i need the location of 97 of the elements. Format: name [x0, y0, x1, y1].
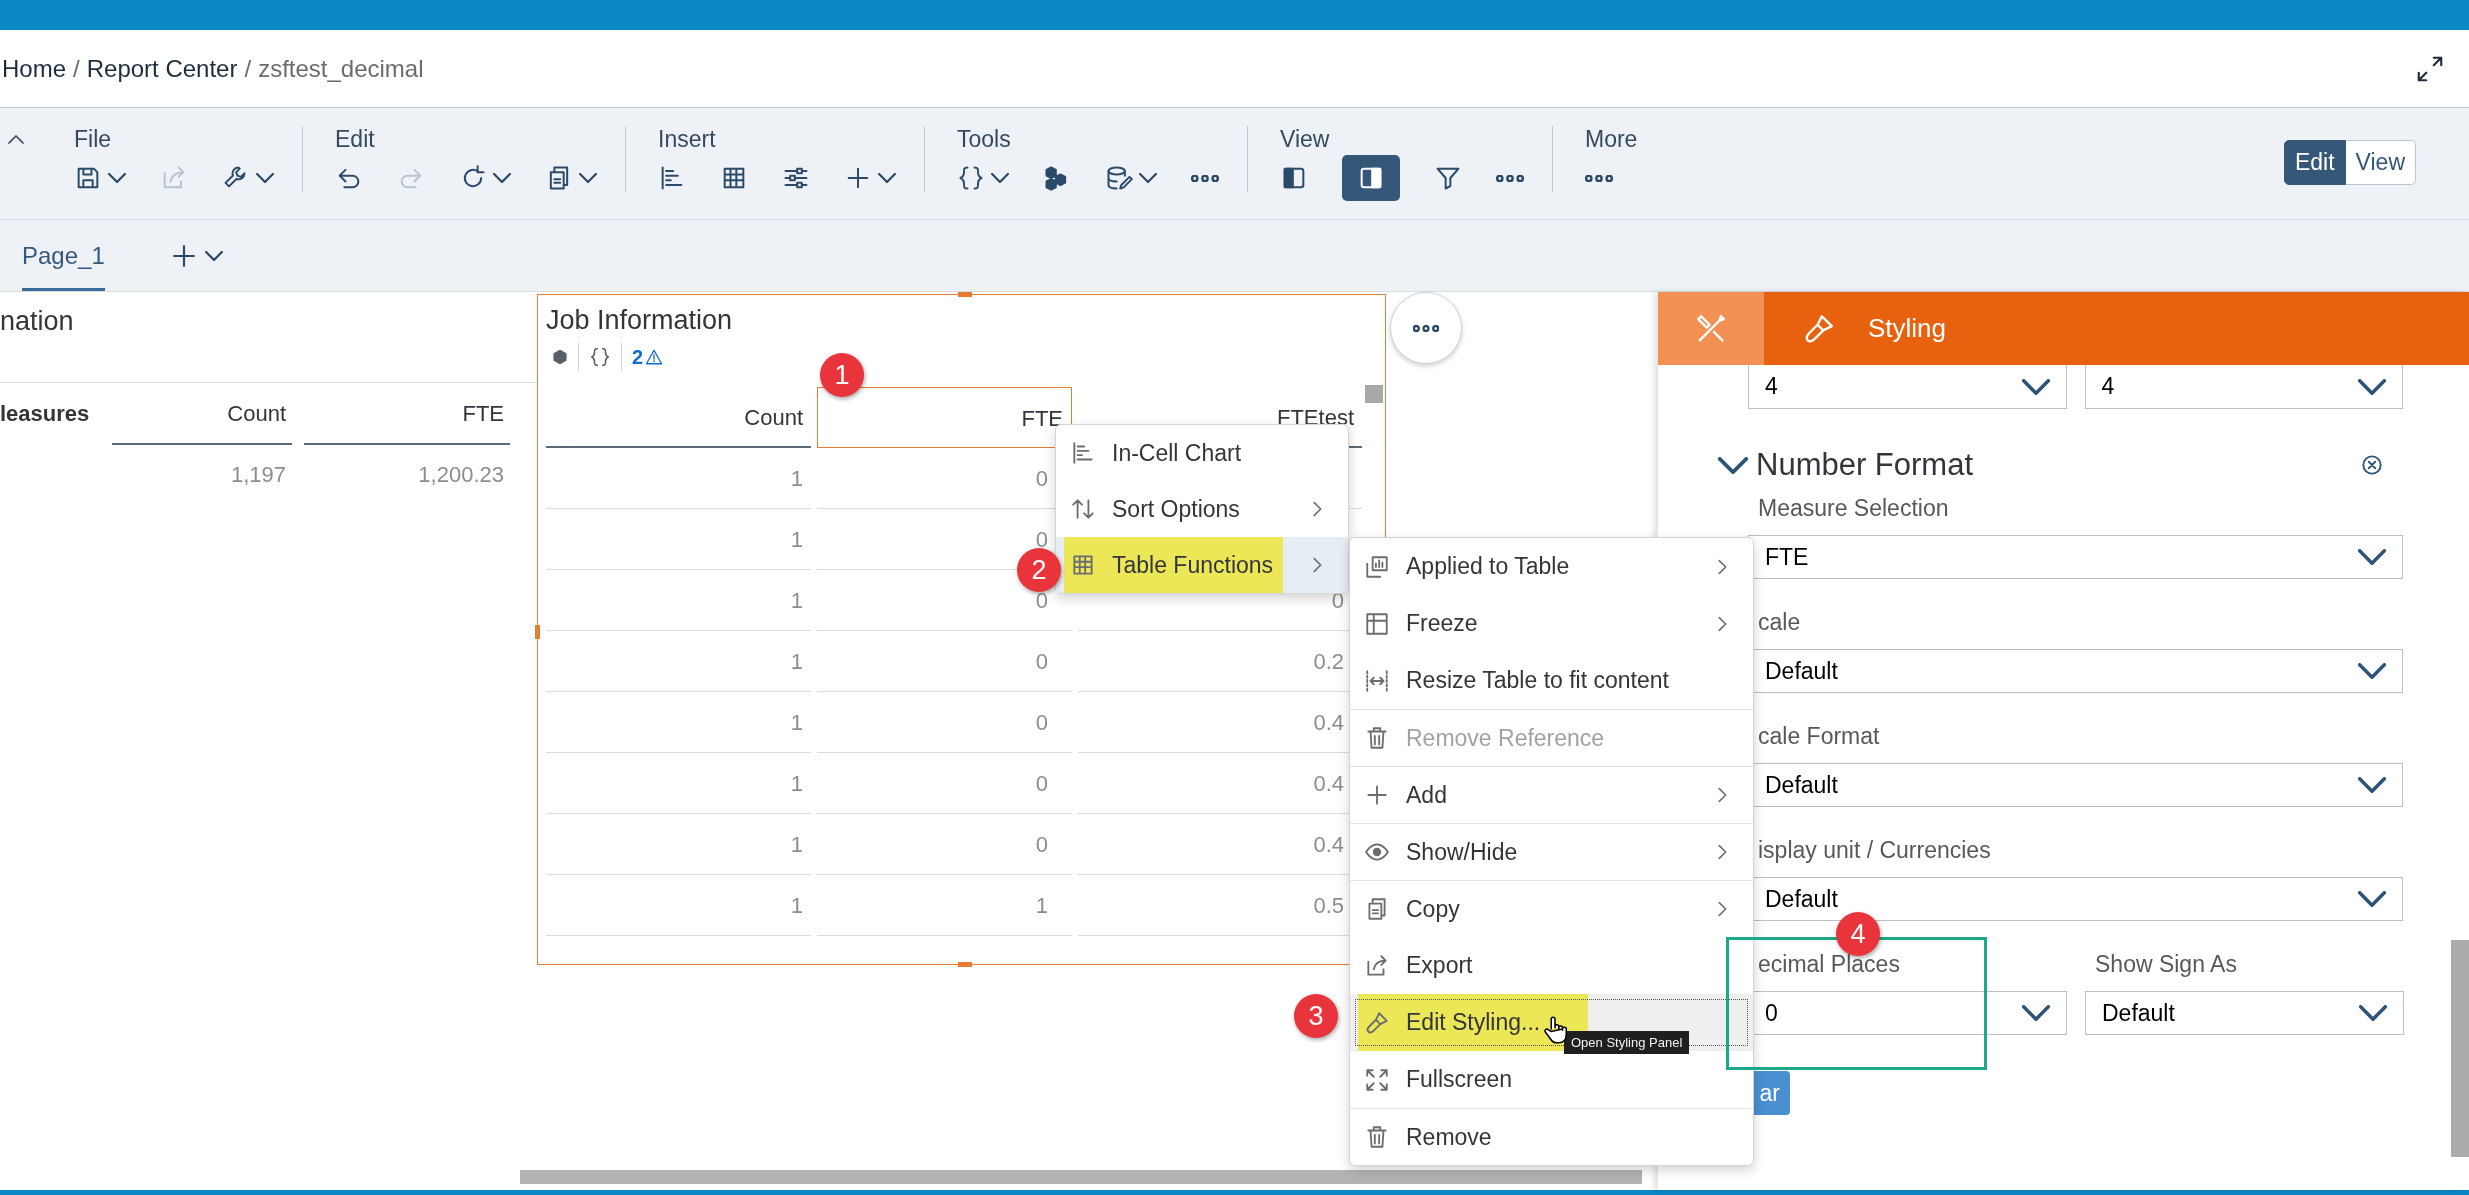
breadcrumb-separator: / — [73, 54, 80, 83]
column-header[interactable]: leasures — [0, 383, 100, 445]
field-label: Show Sign As — [2094, 950, 2238, 979]
bar-chart-icon — [1070, 440, 1096, 466]
table-cell: 1 — [546, 570, 811, 631]
table-cell-text: 1,197 — [229, 461, 287, 489]
chevron-down-icon — [2022, 1005, 2050, 1021]
trash-icon — [1364, 725, 1390, 751]
table-cell: 1 — [546, 631, 811, 692]
chevron-down-icon — [2359, 1005, 2387, 1021]
cube-icon — [552, 349, 568, 365]
table-cell: 0 — [817, 814, 1072, 875]
field-label: Measure Selection — [1757, 494, 1950, 523]
field-label: cale — [1757, 608, 1802, 637]
field-label: isplay unit / Currencies — [1757, 836, 1992, 865]
table-cell: 1 — [546, 875, 811, 936]
chevron-down-icon — [2358, 378, 2386, 395]
dropdown[interactable]: FTE — [1748, 535, 2403, 579]
toolbar-button[interactable] — [1342, 155, 1400, 201]
breadcrumb-link[interactable]: Home — [2, 54, 67, 83]
more-icon — [1496, 174, 1524, 182]
database-edit-icon — [1105, 164, 1133, 192]
table-cell: 1 — [817, 875, 1072, 936]
trash-icon — [1364, 1124, 1390, 1150]
menu-item[interactable]: Export — [1350, 937, 1753, 994]
widget-title: nation — [0, 294, 538, 383]
warning-icon — [645, 348, 664, 366]
table-cell-text: 1,200.23 — [417, 461, 505, 489]
table-cell: 1 — [546, 509, 811, 570]
fullscreen-icon — [1364, 1066, 1390, 1093]
chevron-down-icon — [2358, 891, 2386, 907]
column-header[interactable]: FTE — [304, 383, 510, 445]
more-icon — [1191, 174, 1219, 182]
resize-icon — [1364, 667, 1390, 694]
grid-icon — [1364, 610, 1390, 637]
table-cell: 1 — [546, 753, 811, 814]
caret-icon — [204, 250, 223, 261]
menu-item[interactable]: Table Functions — [1056, 537, 1348, 593]
caret-icon — [1718, 456, 1748, 474]
caret-icon — [108, 173, 126, 183]
group-label: File — [74, 126, 113, 152]
caret-icon — [878, 173, 896, 183]
section-title: Number Format — [1756, 447, 1974, 483]
scrollbar[interactable] — [2451, 940, 2469, 1157]
caret-icon — [493, 173, 511, 183]
menu-item[interactable]: Show/Hide — [1350, 823, 1753, 880]
menu-item[interactable]: Add — [1350, 766, 1753, 823]
group-label: Insert — [658, 126, 717, 152]
chevron-down-icon — [2358, 549, 2386, 565]
table-cell: 1 — [546, 814, 811, 875]
column-header[interactable]: Count — [112, 383, 292, 445]
mode-toggle[interactable]: View — [2345, 140, 2416, 185]
resize-handle[interactable] — [958, 292, 972, 297]
breadcrumb-current: zsftest_decimal — [258, 54, 424, 83]
warning-count: 2 — [632, 345, 644, 369]
menu-item[interactable]: Remove — [1350, 1108, 1753, 1165]
chevron-down-icon — [2358, 777, 2386, 793]
table-cell: 0 — [817, 631, 1072, 692]
field-label: cale Format — [1757, 722, 1881, 751]
braces-icon — [957, 164, 985, 192]
widget-title: Job Information — [546, 304, 734, 337]
breadcrumb-separator: / — [244, 54, 252, 83]
more-icon — [1585, 174, 1613, 182]
table-icon — [1070, 552, 1096, 578]
menu-item[interactable]: Copy — [1350, 880, 1753, 937]
table-cell: 0 — [817, 753, 1072, 814]
caret-icon — [991, 173, 1009, 183]
tooltip: Open Styling Panel — [1564, 1031, 1690, 1054]
brush-icon — [1364, 1009, 1390, 1036]
more-icon — [1413, 324, 1439, 332]
breadcrumb-link[interactable]: Report Center — [86, 54, 238, 83]
scrollbar-thumb[interactable] — [1365, 385, 1383, 403]
caret-icon — [256, 173, 274, 183]
sort-icon — [1070, 496, 1096, 522]
table-cell: 0 — [817, 692, 1072, 753]
mode-toggle[interactable]: Edit — [2283, 140, 2346, 185]
resize-handle[interactable] — [535, 625, 540, 639]
resize-handle[interactable] — [958, 962, 972, 967]
share-icon — [1364, 952, 1390, 979]
chevron-down-icon — [2358, 663, 2386, 679]
group-label: Tools — [957, 126, 1012, 152]
table-cell: 1 — [546, 692, 811, 753]
dropdown[interactable]: Default — [2085, 991, 2404, 1035]
group-label: Edit — [335, 126, 376, 152]
table-cell: 1 — [546, 448, 811, 509]
caret-icon — [579, 173, 597, 183]
dropdown[interactable]: 4 — [2084, 365, 2403, 409]
group-label: More — [1585, 126, 1638, 152]
group-label: View — [1280, 126, 1331, 152]
scrollbar[interactable] — [520, 1170, 1642, 1184]
dropdown[interactable]: 4 — [1748, 365, 2067, 409]
column-header[interactable]: Count — [546, 387, 811, 448]
more-button[interactable] — [1390, 292, 1462, 364]
chevron-down-icon — [2021, 378, 2050, 395]
braces-icon — [589, 346, 611, 368]
caret-icon — [1139, 173, 1157, 183]
chart-icon — [1364, 553, 1390, 580]
